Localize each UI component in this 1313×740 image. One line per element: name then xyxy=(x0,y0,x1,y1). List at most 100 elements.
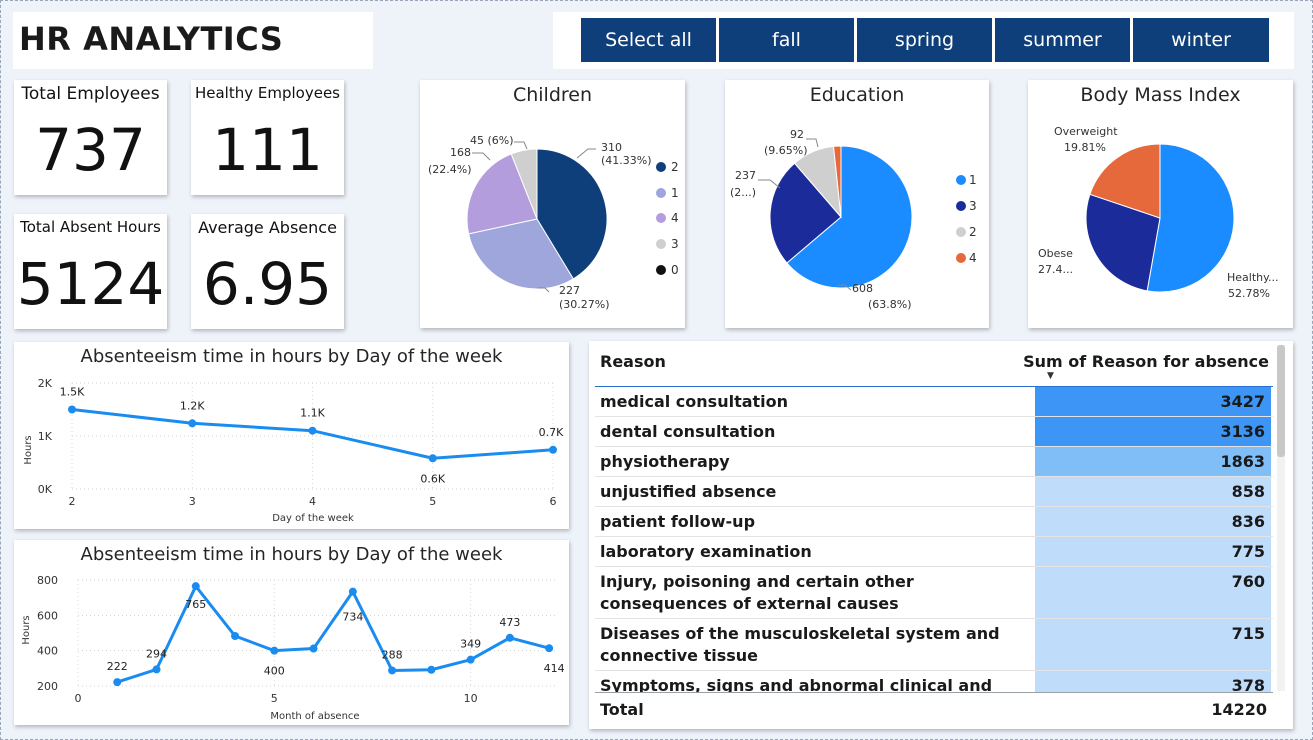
table-row[interactable]: laboratory examination 775 xyxy=(595,537,1273,567)
table-row[interactable]: medical consultation 3427 xyxy=(595,387,1273,417)
column-header-reason[interactable]: Reason xyxy=(600,352,666,371)
x-axis-title: Month of absence xyxy=(270,711,359,722)
data-label: 400 xyxy=(264,665,285,678)
data-label: 765 xyxy=(185,598,206,611)
data-point[interactable] xyxy=(68,405,76,414)
education-legend: 1 3 2 4 xyxy=(956,173,977,265)
legend-swatch xyxy=(656,188,666,198)
data-label: 27.4... xyxy=(1038,263,1073,276)
legend-label: 2 xyxy=(969,225,977,239)
reason-cell: Symptoms, signs and abnormal clinical an… xyxy=(600,676,993,692)
season-slicer: Select all fall spring summer winter xyxy=(553,12,1294,69)
data-point[interactable] xyxy=(545,644,554,653)
value-cell: 775 xyxy=(1035,537,1271,566)
legend-label: 4 xyxy=(671,211,679,225)
data-label: 0.7K xyxy=(539,426,564,439)
data-label: 1.2K xyxy=(180,399,205,412)
data-point[interactable] xyxy=(113,678,122,687)
data-point[interactable] xyxy=(466,655,475,664)
y-axis-title: Hours xyxy=(23,435,34,464)
kpi-total-employees: Total Employees 737 xyxy=(14,80,167,195)
legend-swatch xyxy=(956,201,966,211)
legend-swatch xyxy=(656,162,666,172)
bmi-pie-card: Body Mass Index Healthy... 52.78% Obese … xyxy=(1028,80,1293,328)
legend-swatch xyxy=(656,213,666,223)
data-point[interactable] xyxy=(388,666,397,675)
data-point[interactable] xyxy=(348,587,357,596)
children-pie-chart: 310 (41.33%) 227 (30.27%) 168 (22.4%) 45… xyxy=(428,134,679,311)
table-row[interactable]: dental consultation 3136 xyxy=(595,417,1273,447)
data-point[interactable] xyxy=(188,419,197,428)
data-point[interactable] xyxy=(428,454,437,463)
data-point[interactable] xyxy=(231,632,240,641)
slicer-summer-button[interactable]: summer xyxy=(995,18,1130,62)
reason-cell: laboratory examination xyxy=(600,542,812,561)
sort-descending-icon[interactable]: ▼ xyxy=(1047,371,1054,381)
legend-label: 4 xyxy=(969,251,977,265)
data-label: 349 xyxy=(460,638,481,651)
day-of-week-line-chart: 0K 1K 2K 2 3 4 5 6 1.5K 1.2K 1.1K 0.6K 0.7K Hours Da… xyxy=(23,377,564,524)
data-point[interactable] xyxy=(427,665,436,674)
data-label: 19.81% xyxy=(1064,141,1106,154)
reason-cell: Injury, poisoning and certain other cons… xyxy=(600,572,914,613)
x-tick-label: 10 xyxy=(464,692,478,705)
title-card: HR ANALYTICS xyxy=(13,12,373,69)
column-header-sum[interactable]: Sum of Reason for absence xyxy=(1023,352,1269,371)
data-label: Overweight xyxy=(1054,125,1118,138)
x-tick-label: 2 xyxy=(69,495,76,508)
data-label: 92 xyxy=(790,128,804,141)
value-cell: 715 xyxy=(1035,619,1271,670)
table-row[interactable]: patient follow-up 836 xyxy=(595,507,1273,537)
legend-label: 1 xyxy=(671,186,679,200)
bmi-pie-chart: Healthy... 52.78% Obese 27.4... Overweig… xyxy=(1038,125,1279,300)
data-label: (2...) xyxy=(730,186,756,199)
x-tick-label: 5 xyxy=(271,692,278,705)
table-row[interactable]: Symptoms, signs and abnormal clinical an… xyxy=(595,671,1273,692)
scrollbar-thumb[interactable] xyxy=(1277,345,1285,457)
reason-cell: physiotherapy xyxy=(600,452,730,471)
reason-cell: unjustified absence xyxy=(600,482,777,501)
kpi-average-absence: Average Absence 6.95 xyxy=(191,214,344,329)
y-tick-label: 600 xyxy=(37,609,58,622)
kpi-label: Total Employees xyxy=(21,84,160,104)
data-label: Obese xyxy=(1038,247,1073,260)
data-point[interactable] xyxy=(549,445,557,454)
y-tick-label: 2K xyxy=(38,377,53,390)
table-row[interactable]: Diseases of the musculoskeletal system a… xyxy=(595,619,1273,671)
legend-label: 1 xyxy=(969,173,977,187)
series-line xyxy=(116,584,550,684)
month-chart-card: Absenteeism time in hours by Day of the … xyxy=(14,540,569,725)
data-label: (30.27%) xyxy=(559,298,610,311)
table-row[interactable]: physiotherapy 1863 xyxy=(595,447,1273,477)
x-tick-label: 6 xyxy=(550,495,557,508)
slicer-winter-button[interactable]: winter xyxy=(1133,18,1269,62)
value-cell: 858 xyxy=(1035,477,1271,506)
kpi-healthy-employees: Healthy Employees 111 xyxy=(191,80,344,195)
data-label: 473 xyxy=(499,616,520,629)
value-cell: 3427 xyxy=(1035,387,1271,416)
table-row[interactable]: unjustified absence 858 xyxy=(595,477,1273,507)
kpi-value: 737 xyxy=(35,116,146,184)
data-point[interactable] xyxy=(270,646,279,655)
slicer-fall-button[interactable]: fall xyxy=(719,18,854,62)
table-row[interactable]: Injury, poisoning and certain other cons… xyxy=(595,567,1273,619)
data-point[interactable] xyxy=(309,644,318,653)
data-label: 237 xyxy=(735,169,756,182)
data-point[interactable] xyxy=(152,665,161,674)
table-scrollbar[interactable] xyxy=(1277,345,1285,691)
data-point[interactable] xyxy=(308,426,317,435)
reason-cell: medical consultation xyxy=(600,392,789,411)
x-tick-label: 5 xyxy=(429,495,436,508)
x-tick-label: 4 xyxy=(309,495,316,508)
y-tick-label: 800 xyxy=(37,574,58,587)
data-label: 294 xyxy=(146,647,167,660)
data-label: 1.5K xyxy=(60,386,85,399)
y-tick-label: 1K xyxy=(38,430,53,443)
x-tick-label: 3 xyxy=(189,495,196,508)
reason-cell: patient follow-up xyxy=(600,512,756,531)
data-label: 310 xyxy=(601,141,622,154)
data-point[interactable] xyxy=(191,582,200,591)
slicer-spring-button[interactable]: spring xyxy=(857,18,992,62)
data-point[interactable] xyxy=(505,633,514,642)
slicer-select-all-button[interactable]: Select all xyxy=(581,18,716,62)
